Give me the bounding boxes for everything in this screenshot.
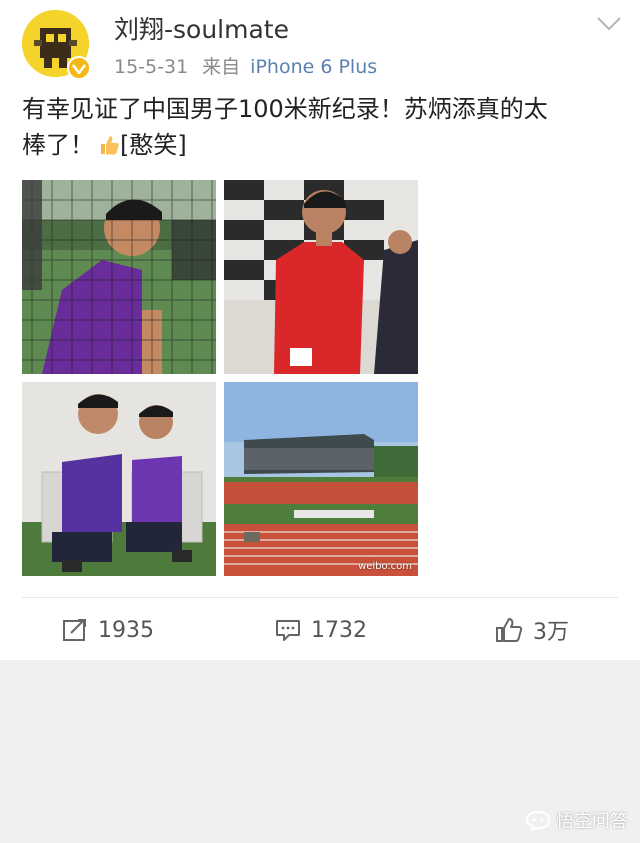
thumbs-up-emoji-icon [98, 130, 120, 166]
watermark-text: 悟空问答 [556, 811, 628, 832]
like-button[interactable]: 3万 [495, 605, 569, 655]
chevron-down-icon[interactable] [596, 16, 622, 32]
like-count: 3万 [533, 620, 569, 645]
emoticon-laugh: [憨笑] [120, 131, 187, 159]
like-icon [496, 618, 523, 642]
post-text-line2: 棒了！ [憨笑] [22, 127, 618, 166]
post-text-line1: 有幸见证了中国男子100米新纪录！苏炳添真的太 [22, 95, 548, 123]
weibo-watermark: weibo.com [358, 561, 412, 572]
comment-button[interactable]: 1732 [275, 605, 367, 655]
post-date: 15-5-31 [114, 56, 189, 78]
post-meta: 15-5-31 来自 iPhone 6 Plus [114, 52, 377, 79]
photo-grid: weibo.com [22, 180, 418, 576]
wukong-watermark: 悟空问答 [524, 807, 628, 833]
source-device-link[interactable]: iPhone 6 Plus [250, 56, 377, 78]
repost-icon [63, 619, 86, 641]
post-text: 有幸见证了中国男子100米新纪录！苏炳添真的太 棒了！ [憨笑] [22, 91, 618, 166]
verified-badge-icon [67, 56, 91, 80]
comment-icon [276, 620, 300, 641]
repost-count: 1935 [98, 617, 154, 643]
wukong-logo-icon [525, 810, 551, 831]
weibo-post-card: 刘翔-soulmate 15-5-31 来自 iPhone 6 Plus 有幸见证了… [0, 0, 640, 660]
source-prefix: 来自 [202, 56, 241, 78]
photo-3[interactable] [22, 382, 216, 576]
comment-count: 1732 [311, 617, 367, 643]
photo-4[interactable]: weibo.com [224, 382, 418, 576]
username[interactable]: 刘翔-soulmate [114, 10, 289, 46]
divider [22, 597, 618, 598]
post-text-segment: 棒了！ [22, 131, 94, 159]
repost-button[interactable]: 1935 [62, 605, 154, 655]
photo-2[interactable] [224, 180, 418, 374]
photo-1[interactable] [22, 180, 216, 374]
action-bar: 1935 1732 3万 [0, 605, 640, 655]
